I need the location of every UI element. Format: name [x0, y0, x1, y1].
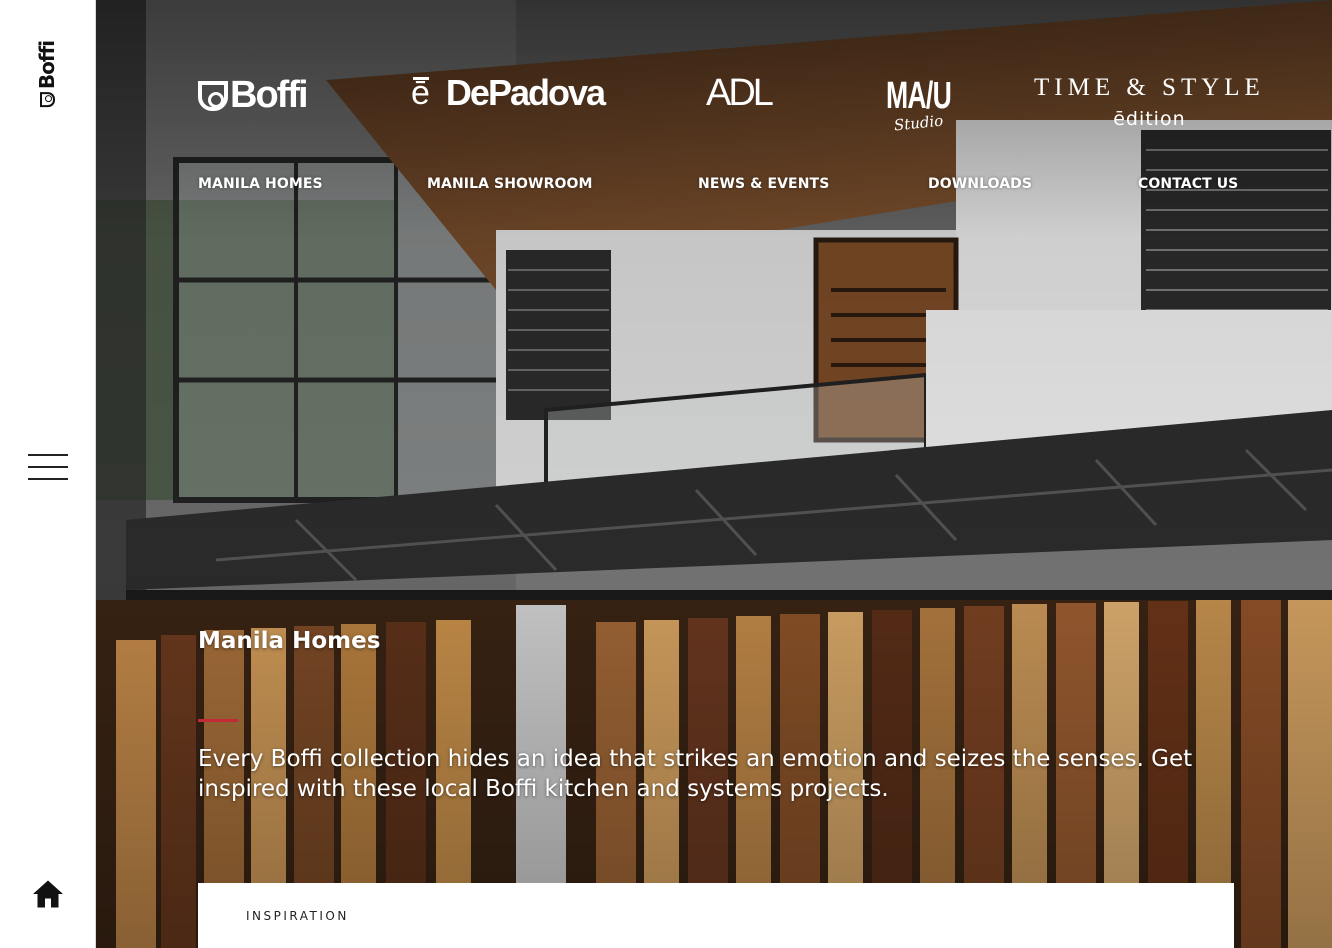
depadova-brand-name: DePadova	[445, 72, 606, 113]
boffi-logo-text: Boffi	[35, 40, 59, 90]
nav-manila-homes[interactable]: MANILA HOMES	[198, 176, 323, 192]
mau-brand-name: MA/U	[885, 75, 952, 117]
boffi-logo[interactable]: Boffi	[35, 40, 59, 108]
boffi-logo-mark-icon	[39, 92, 55, 108]
inspiration-card[interactable]: INSPIRATION	[198, 883, 1234, 948]
mau-studio-brand-logo[interactable]: MA/U Studio	[872, 75, 965, 135]
time-style-brand-logo[interactable]: TIME & STYLE ēdition	[1034, 74, 1265, 130]
boffi-brand-name: Boffi	[230, 74, 309, 116]
boffi-brand-logo[interactable]: Boffi	[198, 74, 309, 117]
nav-manila-showroom[interactable]: MANILA SHOWROOM	[427, 176, 592, 192]
time-style-brand-sub: ēdition	[1113, 108, 1186, 130]
card-label: INSPIRATION	[246, 909, 349, 923]
boffi-mark-icon	[198, 80, 228, 111]
left-sidebar: Boffi	[0, 0, 96, 948]
nav-downloads[interactable]: DOWNLOADS	[928, 176, 1032, 192]
accent-divider	[198, 719, 238, 722]
hamburger-menu-icon[interactable]	[28, 454, 68, 482]
depadova-brand-logo[interactable]: ē DePadova	[411, 72, 606, 114]
hero-description: Every Boffi collection hides an idea tha…	[198, 746, 1193, 802]
nav-news-events[interactable]: NEWS & EVENTS	[698, 176, 829, 192]
home-icon[interactable]	[30, 876, 66, 912]
page-title: Manila Homes	[198, 628, 381, 654]
time-style-brand-name: TIME & STYLE	[1034, 74, 1265, 101]
nav-contact-us[interactable]: CONTACT US	[1138, 176, 1238, 192]
brand-logos-bar: Boffi ē DePadova ADL MA/U Studio TIME & …	[96, 0, 1332, 160]
hero-section: Boffi ē DePadova ADL MA/U Studio TIME & …	[96, 0, 1332, 948]
adl-brand-logo[interactable]: ADL	[706, 72, 774, 115]
depadova-mark: ē	[411, 73, 430, 112]
